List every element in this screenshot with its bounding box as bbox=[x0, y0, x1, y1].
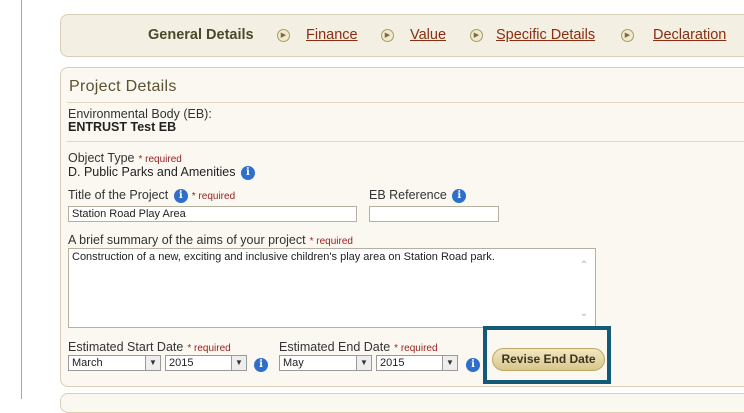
circle-arrow-right-icon: ▶ bbox=[470, 29, 483, 42]
step-finance[interactable]: Finance bbox=[306, 27, 358, 43]
start-month-select[interactable]: March ▼ bbox=[68, 355, 161, 371]
required-note: * required bbox=[394, 343, 438, 354]
step-declaration[interactable]: Declaration bbox=[653, 27, 726, 43]
panel-title: Project Details bbox=[69, 78, 177, 95]
chevron-down-icon[interactable]: ▼ bbox=[442, 356, 457, 370]
step-value[interactable]: Value bbox=[410, 27, 446, 43]
step-general-details[interactable]: General Details bbox=[148, 27, 254, 43]
window-frame-line bbox=[21, 0, 22, 399]
project-title-label-row: Title of the Project i * required bbox=[68, 188, 235, 203]
project-title-input[interactable] bbox=[68, 206, 357, 222]
eb-reference-input[interactable] bbox=[369, 206, 499, 222]
info-icon[interactable]: i bbox=[452, 188, 467, 203]
info-icon[interactable]: i bbox=[173, 188, 188, 203]
required-note: * required bbox=[138, 154, 182, 165]
divider bbox=[67, 102, 744, 103]
chevron-down-icon[interactable]: ▼ bbox=[356, 356, 371, 370]
object-type-row: D. Public Parks and Amenities i bbox=[68, 165, 255, 180]
object-type-label: Object Type bbox=[68, 151, 135, 165]
info-icon[interactable]: i bbox=[240, 165, 255, 180]
required-note: * required bbox=[191, 191, 236, 202]
object-type-value: D. Public Parks and Amenities bbox=[68, 165, 236, 179]
highlight-box bbox=[483, 326, 611, 384]
chevron-down-icon[interactable]: ▼ bbox=[231, 356, 246, 370]
start-date-label-row: Estimated Start Date * required bbox=[68, 340, 231, 354]
end-year-select[interactable]: 2015 ▼ bbox=[376, 355, 458, 371]
required-note: * required bbox=[187, 343, 231, 354]
end-month-select[interactable]: May ▼ bbox=[279, 355, 372, 371]
summary-label-row: A brief summary of the aims of your proj… bbox=[68, 233, 353, 247]
divider bbox=[67, 141, 744, 142]
start-year-value: 2015 bbox=[169, 357, 194, 369]
step-navigation: General Details ▶ Finance ▶ Value ▶ Spec… bbox=[60, 14, 744, 57]
end-year-value: 2015 bbox=[380, 357, 405, 369]
info-icon[interactable]: i bbox=[254, 358, 268, 372]
step-specific-details[interactable]: Specific Details bbox=[496, 27, 595, 43]
project-details-panel: Project Details Environmental Body (EB):… bbox=[60, 67, 744, 387]
object-type-label-row: Object Type * required bbox=[68, 151, 182, 165]
start-date-label: Estimated Start Date bbox=[68, 340, 184, 354]
scroll-up-icon[interactable]: ⌃ bbox=[579, 261, 589, 271]
summary-label: A brief summary of the aims of your proj… bbox=[68, 233, 306, 247]
required-note: * required bbox=[309, 236, 353, 247]
eb-reference-label-row: EB Reference i bbox=[369, 188, 467, 203]
next-panel bbox=[60, 393, 744, 413]
circle-arrow-right-icon: ▶ bbox=[277, 29, 290, 42]
start-year-select[interactable]: 2015 ▼ bbox=[165, 355, 247, 371]
scroll-down-icon[interactable]: ⌄ bbox=[579, 309, 589, 319]
summary-textarea[interactable]: Construction of a new, exciting and incl… bbox=[68, 248, 596, 328]
eb-reference-label: EB Reference bbox=[369, 188, 447, 202]
eb-label: Environmental Body (EB): bbox=[68, 107, 212, 121]
chevron-down-icon[interactable]: ▼ bbox=[145, 356, 160, 370]
circle-arrow-right-icon: ▶ bbox=[381, 29, 394, 42]
eb-value: ENTRUST Test EB bbox=[68, 120, 177, 134]
start-month-value: March bbox=[72, 357, 103, 369]
end-month-value: May bbox=[283, 357, 304, 369]
circle-arrow-right-icon: ▶ bbox=[621, 29, 634, 42]
end-date-label: Estimated End Date bbox=[279, 340, 391, 354]
info-icon[interactable]: i bbox=[466, 358, 480, 372]
project-title-label: Title of the Project bbox=[68, 188, 169, 202]
end-date-label-row: Estimated End Date * required bbox=[279, 340, 438, 354]
summary-text: Construction of a new, exciting and incl… bbox=[72, 251, 495, 263]
